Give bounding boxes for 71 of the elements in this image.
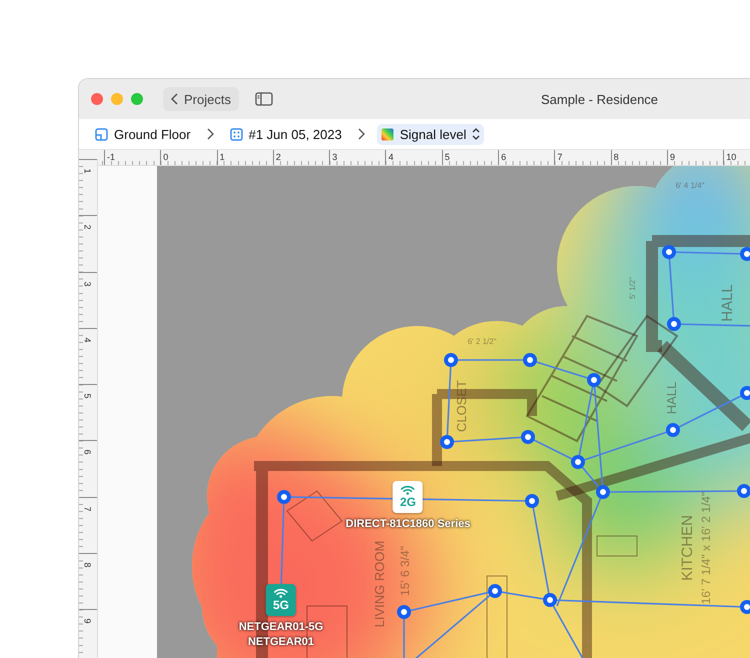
- survey-point[interactable]: [740, 386, 750, 400]
- chair-outline: [286, 490, 343, 542]
- up-down-chevron-icon: [472, 128, 480, 140]
- ruler-label: 7: [557, 151, 562, 164]
- room-label: HALL: [719, 284, 736, 322]
- survey-point[interactable]: [543, 593, 557, 607]
- chevron-right-icon: [206, 128, 214, 140]
- survey-point[interactable]: [740, 600, 750, 614]
- access-point-name: NETGEAR01: [248, 635, 314, 650]
- room-label: LIVING ROOM: [372, 540, 387, 628]
- ruler-label: 8: [83, 562, 93, 568]
- ruler-label: 0: [163, 151, 168, 164]
- survey-point[interactable]: [666, 423, 680, 437]
- survey-point[interactable]: [440, 435, 454, 449]
- ruler-label: 2: [276, 151, 281, 164]
- dimension-label: 6' 4 1/4": [676, 181, 704, 190]
- survey-point[interactable]: [662, 245, 676, 259]
- survey-point[interactable]: [740, 247, 750, 261]
- wifi-icon: [401, 485, 415, 495]
- ruler-label: 2: [83, 224, 93, 230]
- ruler-label: 9: [670, 151, 675, 164]
- survey-point[interactable]: [277, 490, 291, 504]
- dimension-label: 5' 1/2": [628, 276, 637, 300]
- ruler-label: 1: [83, 168, 93, 174]
- floor-plan-icon: [95, 128, 108, 140]
- back-button[interactable]: Projects: [163, 87, 239, 111]
- ruler-label: 5: [83, 394, 93, 399]
- breadcrumb-item[interactable]: #1 Jun 05, 2023: [226, 124, 346, 144]
- breadcrumb-item[interactable]: Ground Floor: [91, 124, 195, 144]
- ruler-label: 1: [220, 151, 225, 164]
- survey-point[interactable]: [488, 584, 502, 598]
- survey-point[interactable]: [397, 605, 411, 619]
- close-button[interactable]: [91, 93, 103, 105]
- chevron-left-icon: [171, 93, 178, 105]
- survey-point[interactable]: [444, 353, 458, 367]
- rainbow-square-icon: [380, 128, 394, 140]
- survey-point[interactable]: [523, 353, 537, 367]
- ruler-label: 10: [726, 151, 736, 164]
- dimension-label: 6' 2 1/2": [468, 337, 496, 346]
- access-point-name: NETGEAR01-5G: [238, 620, 324, 635]
- room-label: HALL: [664, 382, 679, 414]
- survey-point[interactable]: [667, 317, 681, 331]
- survey-point[interactable]: [571, 455, 585, 469]
- ruler-label: 4: [388, 151, 394, 164]
- ruler-label: 7: [83, 506, 93, 512]
- ruler-label: 8: [614, 151, 619, 164]
- counter-outline: [596, 536, 638, 556]
- ruler-label: 9: [83, 618, 93, 624]
- survey-point[interactable]: [587, 373, 601, 387]
- dimension-label: 16' 7 1/4" x 16' 2 1/4": [699, 492, 713, 604]
- window-title: Sample - Residence: [540, 92, 658, 106]
- room-label: CLOSET: [454, 380, 469, 432]
- room-label: KITCHEN: [679, 515, 696, 581]
- dimension-label: 15' 6 3/4": [398, 546, 412, 596]
- survey-point[interactable]: [525, 494, 539, 508]
- ruler-label: 4: [83, 337, 93, 342]
- dots-square-icon: [230, 128, 243, 140]
- ruler-label: -1: [107, 151, 116, 164]
- sidebar-icon[interactable]: [254, 92, 273, 106]
- survey-point[interactable]: [737, 484, 750, 498]
- ruler-label: 6: [501, 151, 506, 164]
- ruler-label: 3: [83, 281, 93, 286]
- breadcrumb-item[interactable]: Signal level: [376, 124, 484, 144]
- ruler-label: 6: [83, 450, 93, 455]
- chevron-right-icon: [358, 128, 365, 140]
- ruler-label: 5: [444, 151, 450, 164]
- survey-point[interactable]: [521, 430, 535, 444]
- wifi-icon: [274, 588, 288, 598]
- access-point-name: DIRECT-81C1860 Series: [346, 517, 470, 532]
- ruler-label: 3: [332, 151, 338, 164]
- survey-point[interactable]: [596, 485, 610, 499]
